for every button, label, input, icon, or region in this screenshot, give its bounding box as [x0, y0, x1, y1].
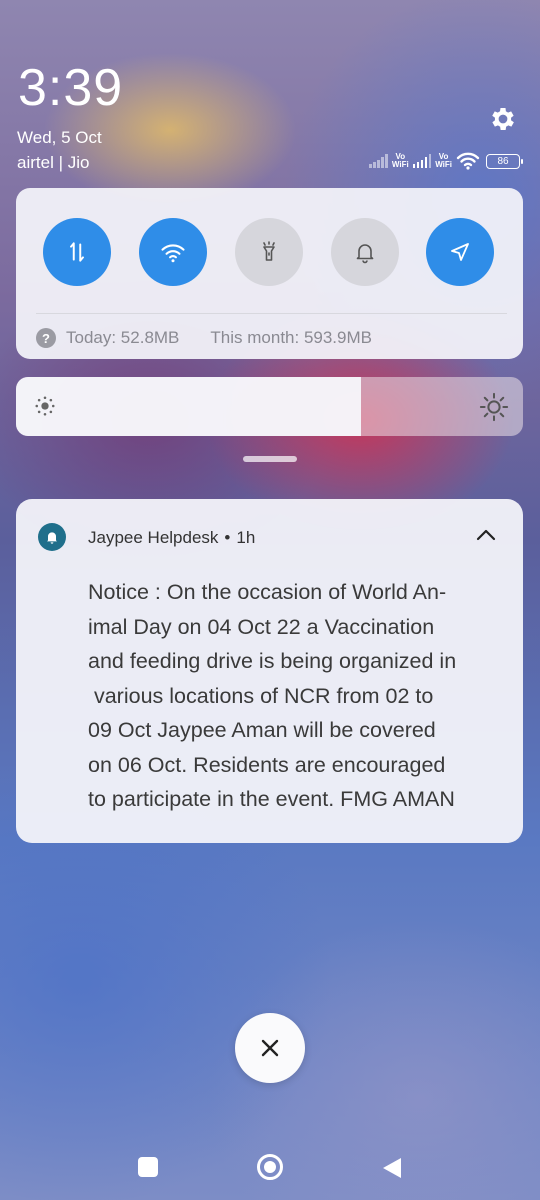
close-icon: [261, 1039, 279, 1057]
notification-line: 09 Oct Jaypee Aman will be covered: [88, 718, 436, 742]
carrier-label: airtel | Jio: [17, 153, 90, 172]
vowifi-1-bottom: WiFi: [391, 160, 409, 169]
app-bell-icon: [38, 523, 66, 551]
data-usage-row[interactable]: ? Today: 52.8MB This month: 593.9MB: [36, 327, 372, 349]
signal-2-icon: [412, 154, 432, 168]
flashlight-icon: [263, 241, 275, 261]
signal-1-icon: [369, 154, 388, 168]
notification-line: imal Day on 04 Oct 22 a Vaccination: [88, 614, 435, 639]
home-icon[interactable]: [257, 1154, 283, 1180]
dismiss-all-button[interactable]: [235, 1013, 305, 1083]
gear-icon[interactable]: [488, 104, 518, 134]
status-icons: Vo WiFi Vo WiFi 86: [369, 150, 523, 172]
location-arrow-icon: [451, 243, 469, 261]
brightness-fill: [16, 377, 361, 436]
data-arrows-icon: [70, 242, 84, 262]
recents-icon[interactable]: [138, 1157, 158, 1177]
notification-line: and feeding drive is being organized in: [88, 649, 457, 673]
chevron-up-icon[interactable]: [475, 527, 497, 543]
wifi-status-icon: [456, 152, 480, 170]
tile-wifi[interactable]: [139, 218, 207, 286]
notification-separator: •: [224, 528, 231, 547]
date[interactable]: Wed, 5 Oct: [17, 128, 102, 148]
notification-time: 1h: [236, 528, 256, 547]
data-month: This month: 593.9MB: [210, 328, 372, 347]
tile-mobile-data[interactable]: [43, 218, 111, 286]
drag-handle[interactable]: [243, 456, 297, 462]
divider: [36, 313, 507, 314]
notification-app-name: Jaypee Helpdesk: [88, 528, 219, 547]
notification-line: to participate in the event. FMG AMAN: [88, 787, 455, 811]
clock[interactable]: 3:39: [18, 58, 123, 118]
back-icon[interactable]: [381, 1157, 403, 1179]
vowifi-2-badge: Vo WiFi: [435, 153, 452, 169]
tile-flashlight[interactable]: [235, 218, 303, 286]
tile-location[interactable]: [426, 218, 494, 286]
notification-header: Jaypee Helpdesk • 1h: [88, 528, 255, 548]
bell-icon: [356, 244, 374, 264]
notification-line: various locations of NCR from 02 to: [88, 683, 434, 708]
brightness-slider[interactable]: [16, 377, 523, 436]
battery-icon: 86: [486, 153, 523, 169]
notification-line: Notice : On the occasion of World An-: [88, 580, 447, 604]
brightness-high-icon: [479, 392, 509, 422]
wifi-icon: [161, 244, 185, 263]
vowifi-1-badge: Vo WiFi: [392, 153, 409, 169]
data-today: Today: 52.8MB: [66, 328, 180, 347]
notification-body: Notice : On the occasion of World An- im…: [88, 575, 503, 817]
help-icon: ?: [36, 328, 56, 348]
quick-settings-panel: ? Today: 52.8MB This month: 593.9MB: [16, 188, 523, 359]
notification-line: on 06 Oct. Residents are encouraged: [88, 752, 446, 777]
brightness-low-icon: [35, 396, 55, 416]
notification-card[interactable]: Jaypee Helpdesk • 1h Notice : On the occ…: [16, 499, 523, 843]
tile-sound[interactable]: [331, 218, 399, 286]
vowifi-2-bottom: WiFi: [435, 160, 452, 169]
